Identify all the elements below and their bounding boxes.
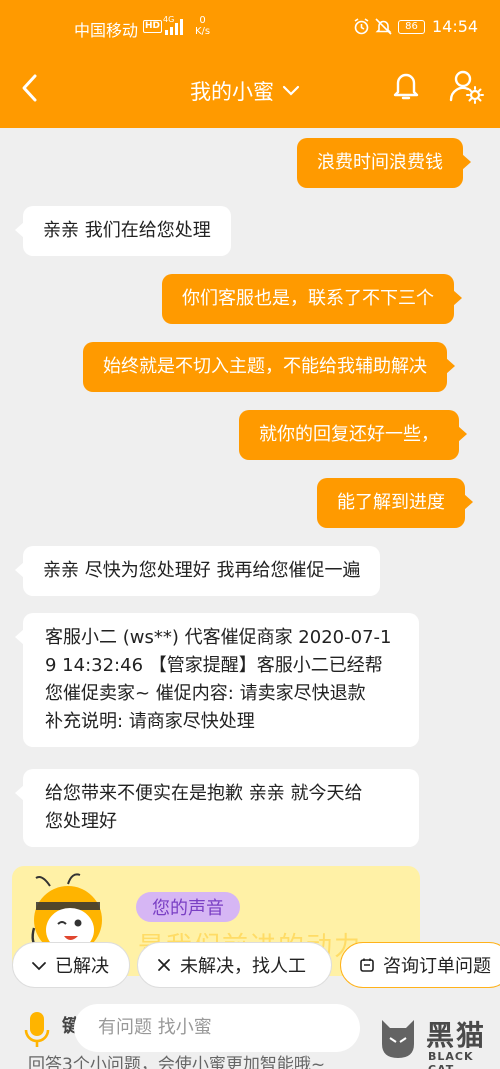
black-cat-logo-icon (382, 1020, 414, 1058)
microphone-icon[interactable] (22, 1010, 52, 1050)
check-icon (32, 962, 46, 971)
clock: 14:54 (432, 17, 479, 36)
message-line: 客服小二 (ws**) 代客催促商家 2020-07-1 (45, 627, 392, 648)
title-dropdown[interactable]: 我的小蜜 (190, 76, 300, 106)
message-outgoing: 就你的回复还好一些， (239, 410, 467, 460)
watermark: 黑猫 BLACK CAT (372, 1010, 500, 1069)
network-speed: 0 K/s (195, 15, 210, 37)
message-incoming: 亲亲 尽快为您处理好 我再给您催促一遍 (14, 546, 381, 596)
chevron-down-icon (282, 85, 300, 96)
unresolved-label: 未解决，找人工 (180, 956, 306, 977)
carrier-label: 中国移动 (74, 21, 139, 40)
hd-badge: HD (143, 20, 163, 33)
signal-icon: 4G (163, 15, 183, 35)
order-icon (360, 958, 374, 972)
unresolved-button[interactable]: 未解决，找人工 (137, 942, 332, 988)
message-line: 您处理好 (45, 811, 117, 832)
order-inquiry-label: 咨询订单问题 (383, 956, 491, 977)
alarm-icon (354, 18, 369, 35)
voice-tag: 您的声音 (136, 892, 240, 922)
message-incoming-multiline: 给您带来不便实在是抱歉 亲亲 就今天给 您处理好 (15, 769, 419, 847)
battery-indicator: 86 (398, 20, 425, 34)
speed-value: 0 (199, 15, 206, 26)
message-line: 给您带来不便实在是抱歉 亲亲 就今天给 (45, 783, 363, 804)
message-outgoing: 浪费时间浪费钱 (297, 138, 471, 188)
back-arrow-icon[interactable] (18, 72, 44, 104)
message-outgoing: 能了解到进度 (317, 478, 473, 528)
page-title: 我的小蜜 (190, 80, 274, 104)
resolved-button[interactable]: 已解决 (12, 942, 130, 988)
resolved-label: 已解决 (55, 956, 109, 977)
message-line: 9 14:32:46 【管家提醒】客服小二已经帮 (45, 655, 383, 676)
close-icon (158, 959, 170, 971)
survey-hint: 回答3个小问题，会使小蜜更加智能哦~ (28, 1055, 326, 1069)
message-input[interactable]: 有问题 找小蜜 (74, 1004, 360, 1052)
watermark-name: 黑猫 (426, 1019, 487, 1052)
message-incoming: 亲亲 我们在给您处理 (15, 206, 231, 256)
user-settings-icon[interactable] (448, 68, 484, 104)
message-line: 补充说明: 请商家尽快处理 (45, 711, 255, 732)
quick-reply-bar: 已解决 未解决，找人工 咨询订单问题 (0, 940, 500, 992)
speed-unit: K/s (195, 26, 211, 37)
network-label: 4G (163, 15, 174, 24)
message-outgoing: 始终就是不切入主题，不能给我辅助解决 (83, 342, 455, 392)
order-inquiry-button[interactable]: 咨询订单问题 (340, 942, 500, 988)
message-outgoing: 你们客服也是，联系了不下三个 (162, 274, 462, 324)
chat-header: 我的小蜜 (0, 48, 500, 128)
message-line: 您催促卖家~ 催促内容: 请卖家尽快退款 (45, 683, 366, 704)
watermark-sub: BLACK CAT (428, 1050, 474, 1069)
bell-icon[interactable] (392, 70, 420, 102)
message-incoming-multiline: 客服小二 (ws**) 代客催促商家 2020-07-1 9 14:32:46 … (15, 613, 419, 747)
mute-icon (375, 18, 392, 35)
status-bar: 中国移动 HD 4G 0 K/s 86 14:54 (0, 0, 500, 48)
